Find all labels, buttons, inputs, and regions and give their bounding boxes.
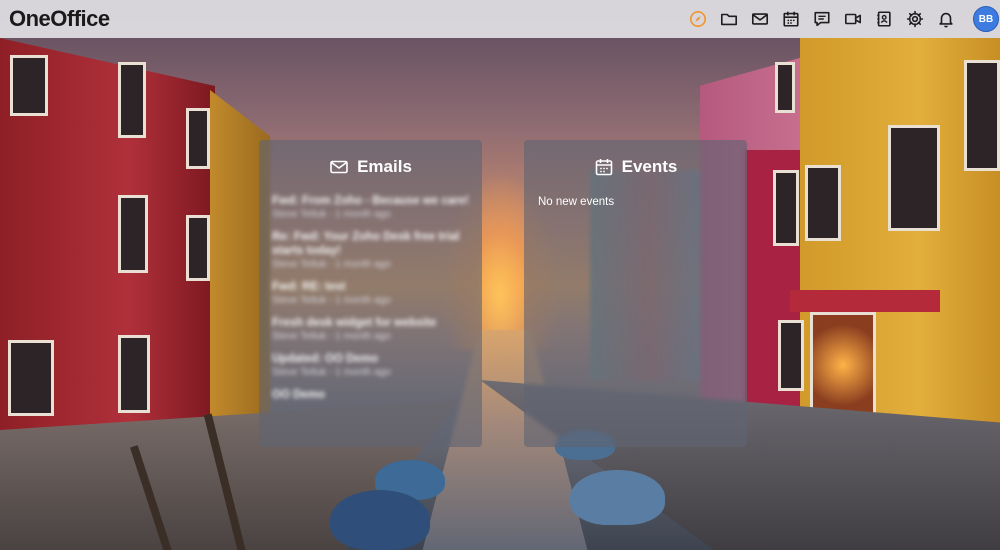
emails-widget: Emails Fwd: From Zoho - Because we care!… [259,140,482,447]
email-subject: Fwd: From Zoho - Because we care! [272,195,469,207]
events-widget-header: Events [524,140,747,194]
folder-icon[interactable] [713,0,744,38]
email-subject: Fresh desk widget for website [272,317,437,329]
user-avatar[interactable]: BB [973,6,999,32]
email-meta: Steve Tetluk - 1 month ago [272,331,391,342]
calendar-icon[interactable] [775,0,806,38]
mail-icon[interactable] [744,0,775,38]
app-logo[interactable]: OneOffice [9,6,110,32]
email-list-item[interactable]: Re: Fwd: Your Zoho Desk free trial start… [272,230,469,272]
emails-widget-header: Emails [259,140,482,194]
toolbar-icons: BB [682,0,1000,38]
email-subject: OO Demo [272,389,326,401]
compass-icon[interactable] [682,0,713,38]
email-list: Fwd: From Zoho - Because we care! Steve … [259,194,482,402]
email-list-item[interactable]: Fwd: RE: test Steve Tetluk - 1 month ago [272,280,469,308]
email-meta: Steve Tetluk - 1 month ago [272,367,391,378]
email-meta: Steve Tetluk - 1 month ago [272,209,391,220]
video-icon[interactable] [837,0,868,38]
email-subject: Updated: OO Demo [272,353,379,365]
contacts-icon[interactable] [868,0,899,38]
email-subject: Fwd: RE: test [272,281,346,293]
background-photo [0,0,1000,550]
top-bar: OneOffice BB [0,0,1000,38]
calendar-icon [595,159,612,176]
email-subject: Re: Fwd: Your Zoho Desk free trial start… [272,231,460,257]
email-list-item[interactable]: OO Demo [272,388,469,402]
email-meta: Steve Tetluk - 1 month ago [272,295,391,306]
events-widget: Events No new events [524,140,747,447]
events-widget-title: Events [621,157,678,176]
email-list-item[interactable]: Fresh desk widget for website Steve Tetl… [272,316,469,344]
no-events-message: No new events [538,196,615,208]
email-meta: Steve Tetluk - 1 month ago [272,259,391,270]
email-list-item[interactable]: Fwd: From Zoho - Because we care! Steve … [272,194,469,222]
emails-widget-title: Emails [357,157,412,176]
chat-icon[interactable] [806,0,837,38]
settings-icon[interactable] [899,0,930,38]
mail-icon [330,160,348,174]
email-list-item[interactable]: Updated: OO Demo Steve Tetluk - 1 month … [272,352,469,380]
bell-icon[interactable] [930,0,961,38]
